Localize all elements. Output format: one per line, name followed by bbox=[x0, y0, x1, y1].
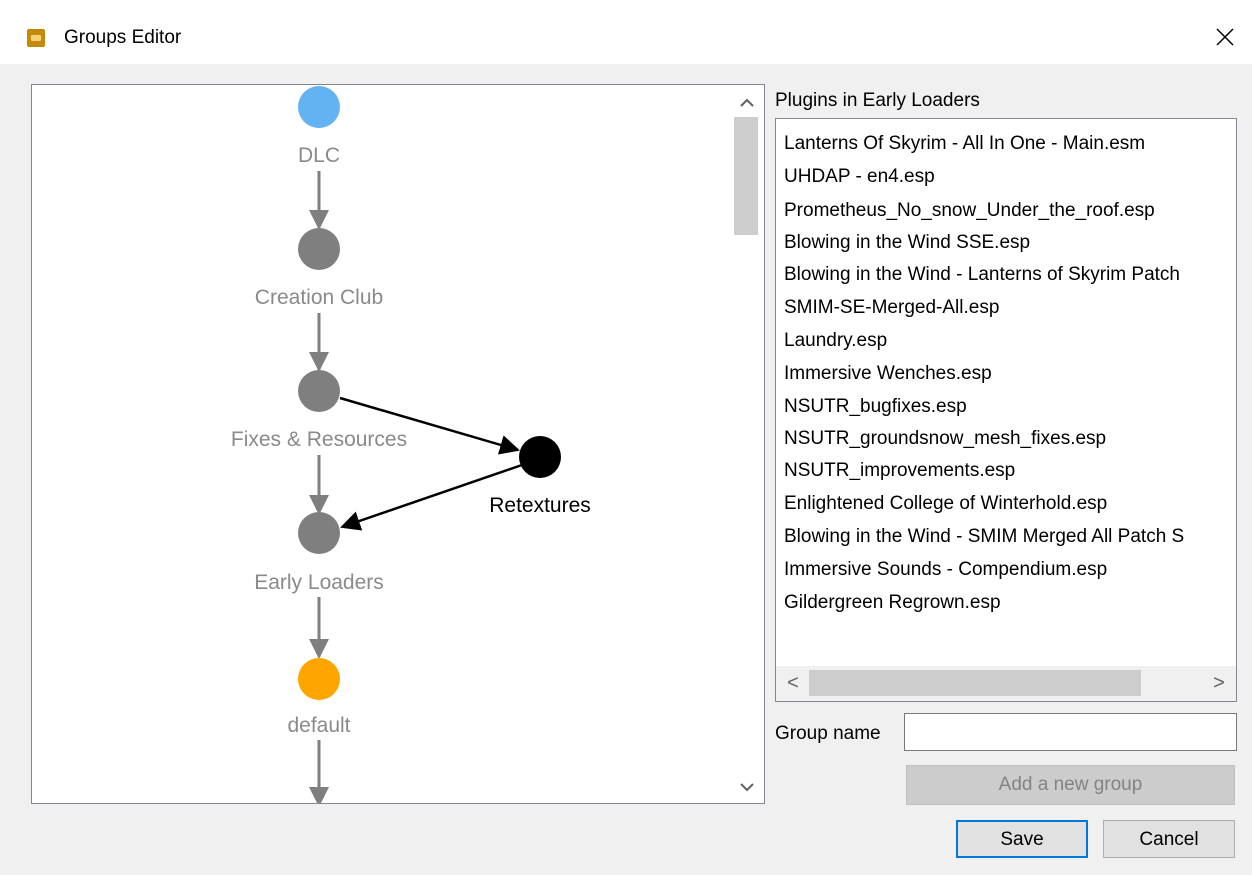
list-item[interactable]: NSUTR_improvements.esp bbox=[784, 459, 1015, 483]
list-item[interactable]: Immersive Sounds - Compendium.esp bbox=[784, 558, 1107, 582]
list-item[interactable]: Enlightened College of Winterhold.esp bbox=[784, 492, 1107, 516]
list-item[interactable]: SMIM-SE-Merged-All.esp bbox=[784, 296, 999, 320]
group-name-input[interactable] bbox=[904, 713, 1237, 751]
group-graph[interactable]: DLC Creation Club Fixes & Resources Rete… bbox=[31, 84, 765, 804]
node-label-retextures: Retextures bbox=[489, 494, 591, 517]
node-dlc[interactable] bbox=[298, 86, 340, 128]
node-retextures[interactable] bbox=[519, 436, 561, 478]
title-bar: Groups Editor bbox=[0, 0, 1252, 64]
node-label-default: default bbox=[287, 714, 351, 737]
add-group-button[interactable]: Add a new group bbox=[906, 765, 1235, 805]
app-icon bbox=[27, 29, 45, 47]
list-item[interactable]: NSUTR_groundsnow_mesh_fixes.esp bbox=[784, 427, 1106, 451]
plugin-list-horizontal-scrollbar[interactable]: < > bbox=[776, 666, 1236, 701]
close-button[interactable] bbox=[1208, 22, 1242, 52]
close-icon bbox=[1216, 28, 1234, 46]
list-item[interactable]: NSUTR_bugfixes.esp bbox=[784, 395, 967, 419]
scroll-right-button[interactable]: > bbox=[1204, 666, 1234, 701]
node-label-creation-club: Creation Club bbox=[254, 286, 384, 309]
scroll-left-button[interactable]: < bbox=[778, 666, 808, 701]
chevron-down-icon bbox=[740, 783, 754, 792]
list-item[interactable]: UHDAP - en4.esp bbox=[784, 165, 935, 189]
node-fixes-resources[interactable] bbox=[298, 370, 340, 412]
chevron-up-icon bbox=[740, 98, 754, 107]
horizontal-scroll-thumb[interactable] bbox=[809, 670, 1141, 696]
scroll-down-button[interactable] bbox=[730, 773, 764, 803]
list-item[interactable]: Blowing in the Wind - SMIM Merged All Pa… bbox=[784, 525, 1184, 549]
list-item[interactable]: Immersive Wenches.esp bbox=[784, 362, 992, 386]
save-button[interactable]: Save bbox=[956, 820, 1088, 858]
list-item[interactable]: Prometheus_No_snow_Under_the_roof.esp bbox=[784, 199, 1155, 223]
window-title: Groups Editor bbox=[64, 27, 182, 48]
list-item[interactable]: Blowing in the Wind - Lanterns of Skyrim… bbox=[784, 263, 1180, 287]
graph-vertical-scrollbar[interactable] bbox=[730, 85, 764, 803]
node-early-loaders[interactable] bbox=[298, 512, 340, 554]
node-label-dlc: DLC bbox=[297, 144, 341, 167]
plugins-heading: Plugins in Early Loaders bbox=[775, 90, 980, 111]
cancel-button[interactable]: Cancel bbox=[1103, 820, 1235, 858]
scroll-thumb[interactable] bbox=[734, 117, 758, 235]
node-default[interactable] bbox=[298, 658, 340, 700]
list-item[interactable]: Gildergreen Regrown.esp bbox=[784, 591, 1001, 615]
plugin-list[interactable]: Lanterns Of Skyrim - All In One - Main.e… bbox=[775, 118, 1237, 702]
group-name-label: Group name bbox=[775, 723, 881, 744]
node-label-fixes-resources: Fixes & Resources bbox=[230, 428, 408, 451]
node-label-early-loaders: Early Loaders bbox=[254, 571, 384, 594]
list-item[interactable]: Laundry.esp bbox=[784, 329, 887, 353]
node-creation-club[interactable] bbox=[298, 228, 340, 270]
scroll-up-button[interactable] bbox=[730, 87, 764, 117]
list-item[interactable]: Blowing in the Wind SSE.esp bbox=[784, 231, 1030, 255]
list-item[interactable]: Lanterns Of Skyrim - All In One - Main.e… bbox=[784, 132, 1145, 156]
